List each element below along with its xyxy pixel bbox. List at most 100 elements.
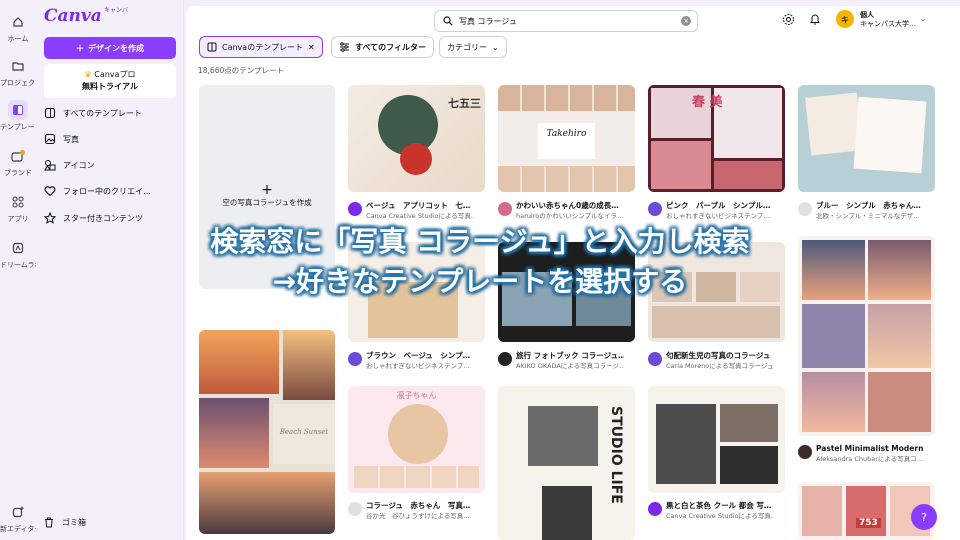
filter-chip-canva-templates[interactable]: Canvaのテンプレート ✕ — [199, 36, 323, 58]
plus-icon: + — [261, 182, 273, 198]
caption-line-2: →好きなテンプレートを選択する — [272, 265, 688, 298]
card-author: Canva Creative Studioによる写真… — [666, 512, 774, 520]
rail-item-apps[interactable]: アプリ — [0, 192, 36, 224]
card-meta[interactable]: かわいい赤ちゃん0歳の成長… haruiroのかわいいシンプルなイラ… — [498, 201, 624, 221]
thumb-text: 753 — [856, 518, 881, 528]
avatar — [648, 502, 662, 516]
brand-icon — [8, 146, 28, 166]
trash-icon — [45, 517, 53, 528]
template-icon — [44, 107, 56, 119]
card-author: Canva Creative Studioによる写真… — [366, 212, 474, 220]
card-author: Carla Morenoによる写真コラージュ — [666, 362, 774, 370]
card-author: AKIKO OKADAによる写真コラージ… — [516, 362, 624, 370]
card-author: haruiroのかわいいシンプルなイラ… — [516, 212, 624, 220]
rail-item-templates[interactable]: テンプレート — [0, 100, 36, 132]
thumb-text: STUDIO LIFE — [608, 406, 624, 504]
thumb-text: 七五三 — [448, 97, 481, 110]
pro-trial-button[interactable]: ♛ Canvaプロ 無料トライアル — [44, 64, 176, 98]
create-design-button[interactable]: ＋ デザインを作成 — [44, 37, 176, 59]
rail-item-home[interactable]: ホーム — [0, 12, 36, 44]
card-meta[interactable]: コラージュ 赤ちゃん 写真… 谷か光 谷ひょうすけによる写真… — [348, 501, 474, 521]
plus-icon: ＋ — [76, 43, 84, 53]
card-title: ブラウン ベージュ シンプ… — [366, 351, 471, 360]
nav-label: アイコン — [63, 160, 95, 170]
thumb-text: Beach Sunset — [273, 404, 335, 464]
photo-shape — [720, 404, 778, 442]
search-icon — [443, 16, 453, 26]
clear-search-icon[interactable]: × — [681, 16, 691, 26]
card-meta[interactable]: 黒と白と茶色 クール 都会 写… Canva Creative Studioによる… — [648, 501, 774, 521]
new-editor-icon — [8, 502, 28, 522]
category-dropdown[interactable]: カテゴリー ⌄ — [439, 36, 507, 58]
template-thumbnail[interactable]: Takehiro — [498, 85, 635, 192]
template-thumbnail[interactable] — [798, 85, 935, 192]
card-meta[interactable]: ブルー シンプル 赤ちゃん… 北欧・シンプル・ミニマルなデザ… — [798, 201, 924, 221]
chevron-down-icon[interactable]: ⌄ — [920, 15, 926, 23]
search-value: 写真 コラージュ — [459, 16, 517, 26]
account-menu[interactable]: 個人 キャンパス大学… — [860, 11, 916, 29]
rail-label: ブランド — [4, 169, 32, 177]
avatar — [798, 445, 812, 459]
thumb-text: 凛子ちゃん — [396, 391, 437, 400]
nav-following-creators[interactable]: フォロー中のクリエイ… — [44, 185, 184, 197]
logo-subtitle: キャンバ — [104, 7, 129, 14]
blank-card-label: 空の写真コラージュを作成 — [222, 198, 312, 207]
nav-photos[interactable]: 写真 — [44, 133, 184, 145]
card-title: かわいい赤ちゃん0歳の成長… — [516, 201, 619, 210]
rail-label: プロジェクト — [0, 79, 36, 87]
canva-logo[interactable]: Canva — [44, 6, 102, 26]
card-title: Pastel Minimalist Modern T… — [816, 444, 924, 453]
apps-icon — [8, 192, 28, 212]
gear-icon[interactable] — [782, 13, 795, 26]
card-meta[interactable]: 匂配新生児の写真のコラージュ Carla Morenoによる写真コラージュ — [648, 351, 774, 371]
rail-item-new-editor[interactable]: 新エディター — [0, 502, 36, 534]
photo-shape — [651, 141, 711, 189]
card-meta[interactable]: ブラウン ベージュ シンプ… おしゃれすぎないビジネステンプ… — [348, 351, 474, 371]
card-title: 黒と白と茶色 クール 都会 写… — [666, 501, 772, 510]
template-thumbnail[interactable]: 凛子ちゃん — [348, 386, 485, 493]
template-thumbnail[interactable] — [648, 386, 785, 493]
photo-shape — [802, 304, 865, 368]
photo-shape — [199, 472, 335, 534]
template-thumbnail[interactable]: 七五三 — [348, 85, 485, 192]
template-thumbnail[interactable]: Beach Sunset — [199, 330, 335, 534]
card-meta[interactable]: 旅行 フォトブック コラージュ… AKIKO OKADAによる写真コラージ… — [498, 351, 624, 371]
crown-icon: ♛ — [84, 70, 92, 79]
avatar[interactable]: キ — [836, 10, 854, 28]
close-icon[interactable]: ✕ — [308, 43, 315, 52]
template-thumbnail[interactable]: STUDIO LIFE — [498, 386, 635, 540]
folder-icon — [8, 56, 28, 76]
help-button[interactable]: ? — [911, 504, 937, 530]
card-meta[interactable]: ベージュ アプリコット 七… Canva Creative Studioによる写真… — [348, 201, 474, 221]
template-icon — [207, 42, 217, 52]
nav-icons[interactable]: アイコン — [44, 159, 184, 171]
nav-all-templates[interactable]: すべてのテンプレート — [44, 107, 184, 119]
card-title: 匂配新生児の写真のコラージュ — [666, 351, 771, 360]
photo-shape — [868, 304, 931, 368]
avatar — [648, 202, 662, 216]
avatar — [498, 352, 512, 366]
bell-icon[interactable] — [809, 13, 821, 26]
search-input[interactable]: 写真 コラージュ × — [434, 10, 698, 32]
photo-icon — [44, 133, 56, 145]
account-type: 個人 — [860, 11, 874, 19]
rail-item-projects[interactable]: プロジェクト — [0, 56, 36, 88]
account-name: キャンパス大学… — [860, 20, 916, 28]
photo-shape — [720, 446, 778, 484]
all-filters-button[interactable]: すべてのフィルター — [331, 36, 434, 58]
card-author: 北欧・シンプル・ミニマルなデザ… — [816, 212, 920, 220]
trash-label: ゴミ箱 — [62, 518, 86, 527]
create-design-label: デザインを作成 — [88, 43, 144, 53]
thumb-text: 春 美 — [692, 95, 723, 110]
photo-shape — [714, 161, 782, 189]
card-meta[interactable]: ピンク パープル シンプル… おしゃれすぎないビジネステンプ… — [648, 201, 774, 221]
rail-label: ホーム — [7, 35, 29, 43]
rail-item-brand[interactable]: ブランド — [0, 146, 36, 178]
card-meta[interactable]: Pastel Minimalist Modern T… Aleksandra Ch… — [798, 444, 924, 464]
tutorial-caption: 検索窓に「写真 コラージュ」と入力し検索 →好きなテンプレートを選択する — [0, 222, 960, 302]
chip-label: カテゴリー — [447, 42, 487, 52]
trash-button[interactable]: ゴミ箱 — [44, 517, 86, 528]
photo-shape — [542, 486, 592, 540]
template-thumbnail[interactable]: 春 美 — [648, 85, 785, 192]
avatar — [348, 202, 362, 216]
